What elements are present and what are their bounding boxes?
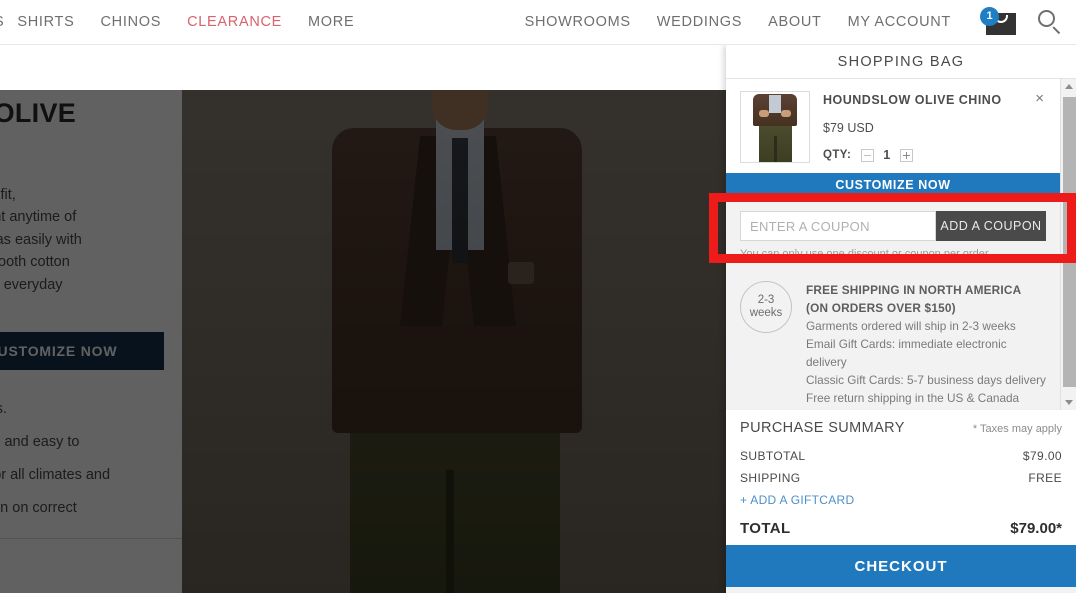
product-thumbnail[interactable] xyxy=(740,91,810,163)
shopping-bag-icon[interactable]: 1 xyxy=(980,7,1020,37)
nav-item-shirts[interactable]: SHIRTS xyxy=(4,14,87,30)
shipping-value: FREE xyxy=(1028,471,1062,485)
shipping-line-2: Classic Gift Cards: 5-7 business days de… xyxy=(806,373,1046,387)
shipping-line-1: Email Gift Cards: immediate electronic d… xyxy=(806,337,1007,369)
page-root: W OLIVE measure fit,go-to pant anytime o… xyxy=(0,0,1076,593)
site-header: S SHIRTS CHINOS CLEARANCE MORE SHOWROOMS… xyxy=(0,0,1076,45)
quantity-stepper: QTY: 1 xyxy=(823,148,1046,162)
modal-dim-overlay[interactable] xyxy=(0,90,726,593)
shipping-time-badge: 2-3 weeks xyxy=(740,281,792,333)
nav-item-clearance[interactable]: CLEARANCE xyxy=(174,14,295,30)
shipping-line-0: Garments ordered will ship in 2-3 weeks xyxy=(806,319,1016,333)
panel-bottom-strip xyxy=(726,587,1076,593)
nav-item-showrooms[interactable]: SHOWROOMS xyxy=(512,14,644,30)
shipping-line-3: Free return shipping in the US & Canada xyxy=(806,391,1020,405)
coupon-input[interactable] xyxy=(740,211,936,241)
scrollbar-thumb[interactable] xyxy=(1062,97,1076,387)
total-value: $79.00* xyxy=(1010,520,1062,537)
remove-item-icon[interactable]: × xyxy=(1035,91,1044,106)
shopping-bag-title: SHOPPING BAG xyxy=(726,45,1076,79)
line-item-name: HOUNDSLOW OLIVE CHINO xyxy=(823,93,1002,107)
shopping-bag-scroll-area: HOUNDSLOW OLIVE CHINO $79 USD QTY: 1 × C… xyxy=(726,79,1076,410)
cart-count-badge: 1 xyxy=(980,7,999,26)
quantity-value: 1 xyxy=(883,148,891,162)
scrollbar-track[interactable] xyxy=(1061,95,1076,394)
coupon-note: You can only use one discount or coupon … xyxy=(740,248,989,260)
scroll-down-arrow-icon[interactable] xyxy=(1061,394,1076,410)
checkout-button[interactable]: CHECKOUT xyxy=(726,545,1076,587)
nav-item-my-account[interactable]: MY ACCOUNT xyxy=(835,14,964,30)
line-item-price: $79 USD xyxy=(823,121,874,135)
summary-row-shipping: SHIPPING FREE xyxy=(740,471,1062,485)
quantity-decrease-button[interactable] xyxy=(861,148,875,162)
bag-line-item: HOUNDSLOW OLIVE CHINO $79 USD QTY: 1 × xyxy=(726,79,1060,173)
secondary-nav: SHOWROOMS WEDDINGS ABOUT MY ACCOUNT 1 xyxy=(512,7,1064,37)
nav-item-chinos[interactable]: CHINOS xyxy=(88,14,175,30)
shipping-badge-line1: 2-3 xyxy=(757,294,775,306)
quantity-increase-button[interactable] xyxy=(899,148,913,162)
total-label: TOTAL xyxy=(740,520,791,537)
summary-row-subtotal: SUBTOTAL $79.00 xyxy=(740,449,1062,463)
subtotal-label: SUBTOTAL xyxy=(740,449,806,463)
nav-item-weddings[interactable]: WEDDINGS xyxy=(644,14,755,30)
tax-note: * Taxes may apply xyxy=(972,423,1062,435)
shipping-headline-2: (ON ORDERS OVER $150) xyxy=(806,301,956,315)
nav-item-more[interactable]: MORE xyxy=(295,14,367,30)
customize-now-button[interactable]: CUSTOMIZE NOW xyxy=(726,173,1060,198)
add-giftcard-link[interactable]: + ADD A GIFTCARD xyxy=(740,493,1062,507)
shipping-info-section: 2-3 weeks FREE SHIPPING IN NORTH AMERICA… xyxy=(726,265,1060,410)
search-icon[interactable] xyxy=(1036,8,1064,36)
purchase-summary-title: PURCHASE SUMMARY xyxy=(740,420,905,436)
shipping-headline-1: FREE SHIPPING IN NORTH AMERICA xyxy=(806,283,1022,297)
add-coupon-button[interactable]: ADD A COUPON xyxy=(936,211,1046,241)
panel-scrollbar[interactable] xyxy=(1060,79,1076,410)
primary-nav: S SHIRTS CHINOS CLEARANCE MORE xyxy=(0,14,367,30)
purchase-summary: PURCHASE SUMMARY * Taxes may apply SUBTO… xyxy=(726,410,1076,545)
quantity-label: QTY: xyxy=(823,149,852,161)
shopping-bag-panel: SHOPPING BAG HOUNDSLOW OLIVE CHINO $79 U… xyxy=(726,45,1076,593)
scroll-up-arrow-icon[interactable] xyxy=(1061,79,1076,95)
coupon-section: ADD A COUPON You can only use one discou… xyxy=(726,198,1060,265)
shipping-label: SHIPPING xyxy=(740,471,801,485)
summary-total-row: TOTAL $79.00* xyxy=(740,520,1062,537)
nav-item-about[interactable]: ABOUT xyxy=(755,14,834,30)
shipping-badge-line2: weeks xyxy=(749,307,783,319)
subtotal-value: $79.00 xyxy=(1022,449,1062,463)
